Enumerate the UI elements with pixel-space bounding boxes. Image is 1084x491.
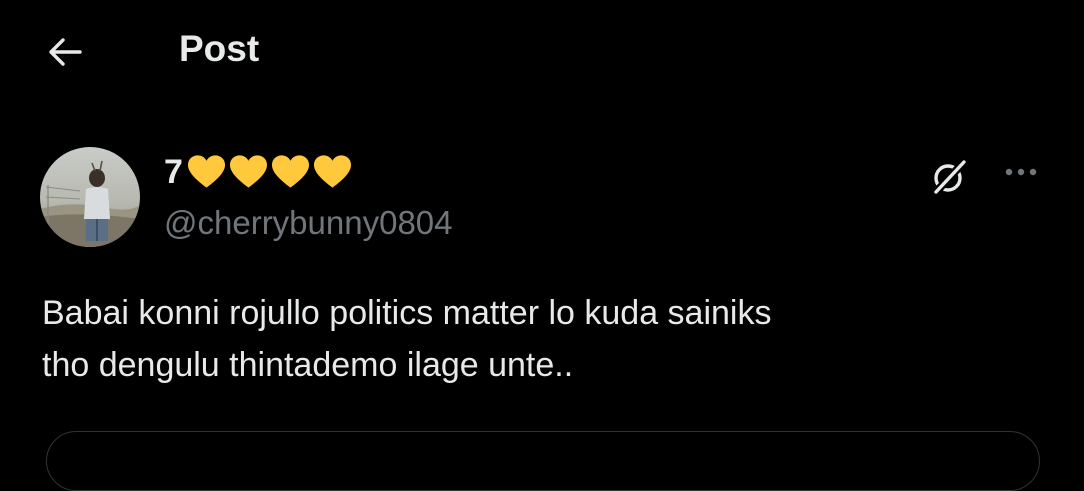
back-button[interactable]	[40, 28, 88, 76]
author-display-name[interactable]: 7	[164, 150, 355, 194]
grok-button[interactable]	[924, 152, 974, 202]
display-name-text: 7	[164, 153, 183, 191]
author-handle[interactable]: @cherrybunny0804	[164, 203, 453, 243]
yellow-heart-icon	[271, 155, 309, 188]
yellow-heart-icon	[187, 155, 225, 188]
page-title: Post	[179, 28, 260, 69]
profile-photo	[40, 147, 140, 247]
more-horizontal-icon	[1005, 168, 1037, 176]
more-options-button[interactable]	[996, 152, 1046, 192]
avatar[interactable]	[40, 147, 140, 247]
quoted-post-card[interactable]	[46, 431, 1040, 491]
yellow-heart-icon	[229, 155, 267, 188]
arrow-left-icon	[49, 38, 82, 66]
grok-icon	[932, 158, 968, 196]
post-text: Babai konni rojullo politics matter lo k…	[42, 294, 772, 384]
yellow-heart-icon	[313, 155, 351, 188]
top-app-bar: Post	[0, 0, 1084, 100]
